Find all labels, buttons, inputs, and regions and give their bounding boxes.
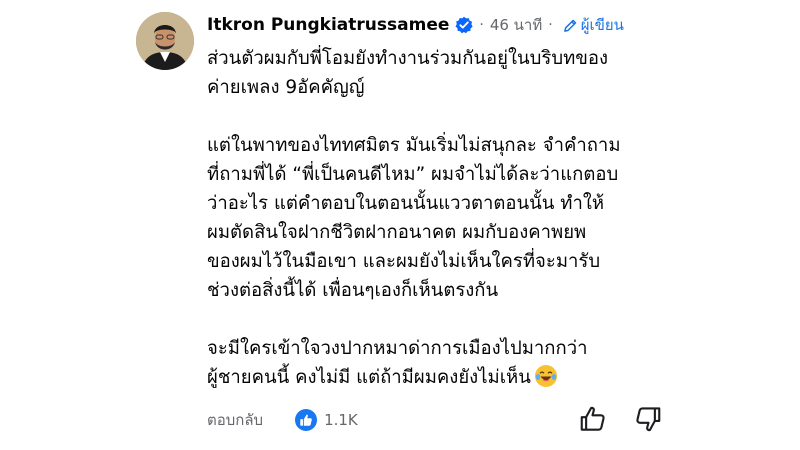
- author-role-badge: ผู้เขียน: [563, 13, 624, 37]
- avatar-image: [136, 12, 194, 70]
- timestamp[interactable]: 46 นาที: [490, 13, 542, 37]
- comment-actions: ตอบกลับ 1.1K: [207, 405, 358, 435]
- pencil-icon: [563, 19, 577, 32]
- comment-line: ว่าอะไร แต่คำตอบในตอนนั้นแววตาตอนนั้น ทำ…: [207, 193, 605, 214]
- comment-line: จะมีใครเข้าใจวงปากหมาด่าการเมืองไปมากกว่…: [207, 338, 588, 359]
- comment-line: ช่วงต่อสิ่งนี้ได้ เพื่อนๆเองก็เห็นตรงกัน: [207, 280, 499, 301]
- author-role-label: ผู้เขียน: [580, 16, 624, 34]
- verified-badge-icon: [455, 16, 473, 34]
- comment-line: ค่ายเพลง 9อัคคัญญ์: [207, 77, 365, 98]
- downvote-icon: [636, 407, 661, 432]
- like-count[interactable]: 1.1K: [324, 411, 358, 429]
- comment-line: ผู้ชายคนนี้ คงไม่มี แต่ถ้ามีผมคงยังไม่เห…: [207, 367, 531, 388]
- avatar[interactable]: [136, 12, 194, 70]
- comment-line: ส่วนตัวผมกับพี่โอมยังทำงานร่วมกันอยู่ในบ…: [207, 48, 609, 69]
- separator-dot: ·: [479, 17, 484, 33]
- separator-dot: ·: [548, 17, 553, 33]
- comment-line: แต่ในพาทของไททศมิตร มันเริ่มไม่สนุกละ จำ…: [207, 135, 621, 156]
- comment-body: ส่วนตัวผมกับพี่โอมยังทำงานร่วมกันอยู่ในบ…: [207, 44, 677, 392]
- upvote-button[interactable]: [578, 404, 608, 434]
- reply-button[interactable]: ตอบกลับ: [207, 408, 263, 432]
- thumbs-up-icon[interactable]: [295, 409, 318, 431]
- comment-line: ของผมไว้ในมือเขา และผมยังไม่เห็นใครที่จะ…: [207, 251, 601, 272]
- comment-line: ผมตัดสินใจฝากชีวิตฝากอนาคต ผมกับองคาพยพ: [207, 222, 587, 243]
- laughing-tears-emoji: [534, 365, 557, 387]
- comment-line: ที่ถามพี่ได้ “พี่เป็นคนดีไหม” ผมจำไม่ได้…: [207, 164, 619, 185]
- comment-line-last: ผู้ชายคนนี้ คงไม่มี แต่ถ้ามีผมคงยังไม่เห…: [207, 363, 677, 392]
- upvote-icon: [580, 406, 605, 431]
- author-name[interactable]: Itkron Pungkiatrussamee: [207, 15, 449, 35]
- comment-header: Itkron Pungkiatrussamee · 46 นาที · ผู้เ…: [207, 11, 624, 39]
- downvote-button[interactable]: [633, 404, 663, 434]
